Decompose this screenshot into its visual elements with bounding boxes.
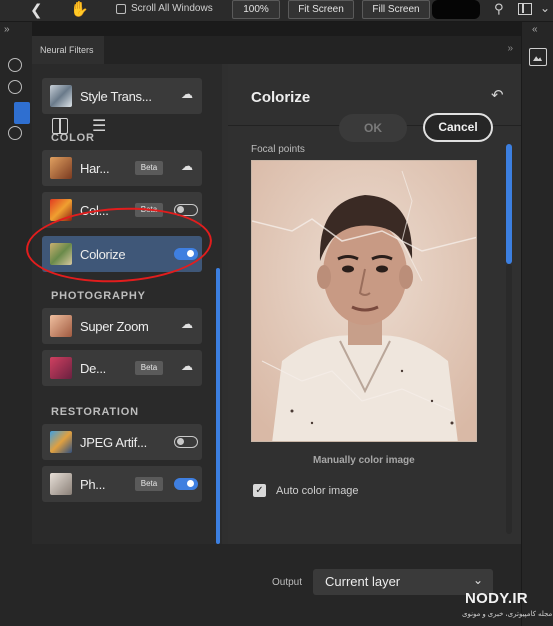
cloud-download-icon[interactable]: ☁ xyxy=(181,87,193,101)
filter-label: De... xyxy=(80,361,106,376)
compare-view-icon[interactable] xyxy=(52,118,68,134)
cloud-download-icon[interactable]: ☁ xyxy=(181,317,193,331)
output-label: Output xyxy=(272,577,303,588)
filter-list: Style Trans... ☁ COLOR Har... Beta ☁ Col… xyxy=(32,64,222,544)
detail-scrollbar-track[interactable] xyxy=(506,264,512,534)
zoom-100-button[interactable]: 100% xyxy=(232,0,280,19)
scroll-all-windows-label: Scroll All Windows xyxy=(131,3,213,14)
back-arrow-icon[interactable]: ❮ xyxy=(30,1,43,19)
style-transfer-thumbnail xyxy=(50,85,72,107)
filter-label: Super Zoom xyxy=(80,319,149,334)
cancel-button[interactable]: Cancel xyxy=(423,113,493,142)
filter-list-scrollbar[interactable] xyxy=(216,268,220,544)
auto-color-checkbox[interactable]: ✓ xyxy=(253,484,266,497)
output-select-value: Current layer xyxy=(325,574,401,589)
reset-icon[interactable]: ↶ xyxy=(491,86,504,104)
section-photography: PHOTOGRAPHY xyxy=(51,290,146,302)
focal-points-label: Focal points xyxy=(251,144,305,155)
focal-point-preview[interactable] xyxy=(251,160,477,442)
filter-item-jpeg-artifacts[interactable]: JPEG Artif... xyxy=(42,424,202,460)
filter-item-depth-blur[interactable]: De... Beta ☁ xyxy=(42,350,202,386)
filter-item-super-zoom[interactable]: Super Zoom ☁ xyxy=(42,308,202,344)
right-panel-strip: « xyxy=(521,22,553,626)
cloud-download-icon[interactable]: ☁ xyxy=(181,159,193,173)
filter-item-style-transfer[interactable]: Style Trans... ☁ xyxy=(42,78,202,114)
portrait-image xyxy=(252,161,476,441)
subtract-tool-icon[interactable] xyxy=(8,80,22,94)
beta-badge: Beta xyxy=(135,477,163,491)
filter-toggle[interactable] xyxy=(174,478,198,490)
detail-scrollbar-thumb[interactable] xyxy=(506,144,512,264)
workspace-layout-icon[interactable] xyxy=(518,3,532,15)
watermark-brand: NODY.IR xyxy=(465,590,528,607)
filter-label: Har... xyxy=(80,161,110,176)
image-panel-icon[interactable] xyxy=(529,48,547,66)
panel-tabbar: Neural Filters » xyxy=(32,36,521,64)
add-tool-icon[interactable] xyxy=(8,58,22,72)
filter-label: JPEG Artif... xyxy=(80,435,147,450)
tools-panel: » xyxy=(0,22,32,626)
expand-panel-icon[interactable]: » xyxy=(507,43,513,54)
filter-toggle[interactable] xyxy=(174,436,198,448)
collapse-right-icon[interactable]: « xyxy=(532,24,538,35)
fit-screen-button[interactable]: Fit Screen xyxy=(288,0,354,19)
jpeg-artifacts-thumbnail xyxy=(50,431,72,453)
auto-color-label: Auto color image xyxy=(276,485,359,497)
beta-badge: Beta xyxy=(135,161,163,175)
super-zoom-thumbnail xyxy=(50,315,72,337)
filter-label: Style Trans... xyxy=(80,89,152,104)
photo-restoration-thumbnail xyxy=(50,473,72,495)
section-restoration: RESTORATION xyxy=(51,406,139,418)
detail-title: Colorize xyxy=(251,89,311,106)
neural-filters-panel: Neural Filters » Style Trans... ☁ COLOR … xyxy=(32,36,521,626)
color-swatch[interactable] xyxy=(432,0,480,19)
layers-icon[interactable]: ☰ xyxy=(92,116,106,136)
ok-button[interactable]: OK xyxy=(339,114,407,142)
filter-item-photo-restoration[interactable]: Ph... Beta xyxy=(42,466,202,502)
filter-label: Ph... xyxy=(80,477,106,492)
beta-badge: Beta xyxy=(135,361,163,375)
chevron-down-icon: ⌄ xyxy=(472,573,483,587)
tab-neural-filters[interactable]: Neural Filters xyxy=(32,36,104,64)
fill-screen-button[interactable]: Fill Screen xyxy=(362,0,430,19)
options-bar: ❮ ✋ Scroll All Windows 100% Fit Screen F… xyxy=(0,0,553,22)
rotate-tool-icon[interactable] xyxy=(8,126,22,140)
brush-tool-icon[interactable] xyxy=(14,102,30,124)
panel-footer: Output Current layer ⌄ xyxy=(32,544,521,626)
search-icon[interactable]: ⚲ xyxy=(494,1,504,17)
manually-color-image-link[interactable]: Manually color image xyxy=(313,455,415,466)
cloud-download-icon[interactable]: ☁ xyxy=(181,359,193,373)
harmonization-thumbnail xyxy=(50,157,72,179)
hand-tool-icon[interactable]: ✋ xyxy=(70,0,89,18)
collapse-icon[interactable]: » xyxy=(4,24,10,35)
depth-blur-thumbnail xyxy=(50,357,72,379)
filter-item-harmonization[interactable]: Har... Beta ☁ xyxy=(42,150,202,186)
watermark-subtitle: مجله کامپیوتری، خبری و مونوی xyxy=(462,611,553,618)
scroll-all-windows-checkbox[interactable] xyxy=(116,4,126,14)
chevron-down-icon[interactable]: ⌄ xyxy=(540,1,550,15)
